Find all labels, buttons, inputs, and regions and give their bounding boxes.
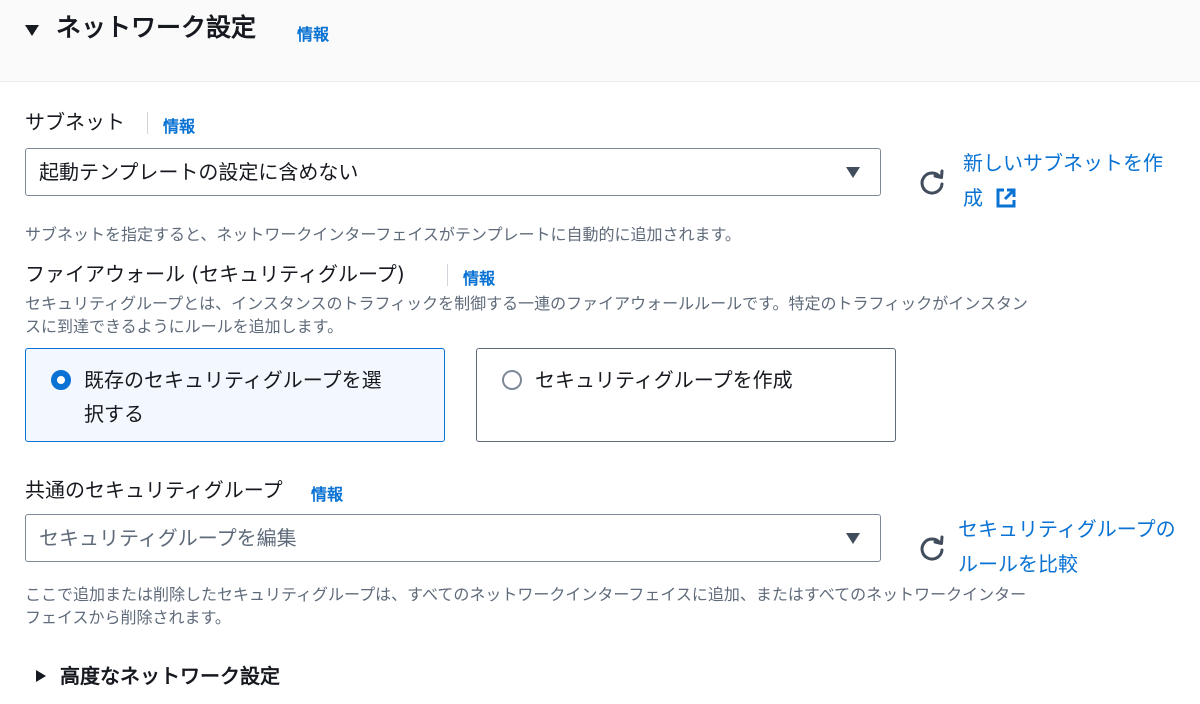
create-subnet-link[interactable]: 新しいサブネットを作 成 [963,146,1193,216]
refresh-icon[interactable] [918,168,946,196]
create-subnet-link-text-2[interactable]: 成 [963,186,983,210]
subnet-select[interactable]: 起動テンプレートの設定に含めない [25,148,881,196]
common-sg-description-line1: ここで追加または削除したセキュリティグループは、すべてのネットワークインターフェ… [25,585,1027,604]
common-sg-placeholder: セキュリティグループを編集 [39,526,297,550]
caret-right-icon[interactable] [36,670,46,682]
caret-down-icon[interactable] [25,25,39,36]
subnet-info-link[interactable]: 情報 [163,113,195,137]
option-label-line2: 択する [84,402,144,426]
option-existing-sg[interactable]: 既存のセキュリティグループを選 択する [25,348,445,442]
option-existing-sg-label: 既存のセキュリティグループを選 択する [84,363,424,431]
dropdown-arrow-icon [846,533,860,544]
common-sg-info-link[interactable]: 情報 [311,481,343,505]
refresh-icon[interactable] [918,534,946,562]
advanced-network-title[interactable]: 高度なネットワーク設定 [60,661,280,691]
common-sg-description-line2: フェイスから削除されます。 [25,608,231,627]
section-info-link[interactable]: 情報 [297,21,329,45]
subnet-selected-value: 起動テンプレートの設定に含めない [39,160,359,184]
subnet-label: サブネット [25,110,125,134]
radio-unselected-icon[interactable] [502,370,522,390]
common-sg-label: 共通のセキュリティグループ [25,478,283,502]
firewall-description: セキュリティグループとは、インスタンスのトラフィックを制御する一連のファイアウォ… [25,292,1028,338]
option-create-sg[interactable]: セキュリティグループを作成 [476,348,896,442]
compare-sg-rules-link-text-2[interactable]: ルールを比較 [958,547,1198,582]
dropdown-arrow-icon [846,167,860,178]
divider [447,264,448,286]
firewall-info-link[interactable]: 情報 [463,265,495,289]
common-sg-description: ここで追加または削除したセキュリティグループは、すべてのネットワークインターフェ… [25,583,1026,629]
option-create-sg-label: セキュリティグループを作成 [535,368,793,392]
external-link-icon [996,188,1016,208]
section-header: ネットワーク設定 情報 [0,0,1200,82]
firewall-label: ファイアウォール (セキュリティグループ) [25,262,405,286]
compare-sg-rules-link-text[interactable]: セキュリティグループの [958,512,1198,547]
firewall-description-line1: セキュリティグループとは、インスタンスのトラフィックを制御する一連のファイアウォ… [25,294,1028,313]
divider [147,112,148,134]
option-label-line1: 既存のセキュリティグループを選 [84,368,382,392]
section-title[interactable]: ネットワーク設定 [56,10,256,46]
common-sg-select[interactable]: セキュリティグループを編集 [25,514,881,562]
subnet-description: サブネットを指定すると、ネットワークインターフェイスがテンプレートに自動的に追加… [25,225,741,244]
create-subnet-link-text[interactable]: 新しいサブネットを作 [963,146,1193,181]
compare-sg-rules-link[interactable]: セキュリティグループの ルールを比較 [958,512,1198,582]
radio-selected-icon[interactable] [51,370,71,390]
firewall-description-line2: スに到達できるようにルールを追加します。 [25,317,344,336]
